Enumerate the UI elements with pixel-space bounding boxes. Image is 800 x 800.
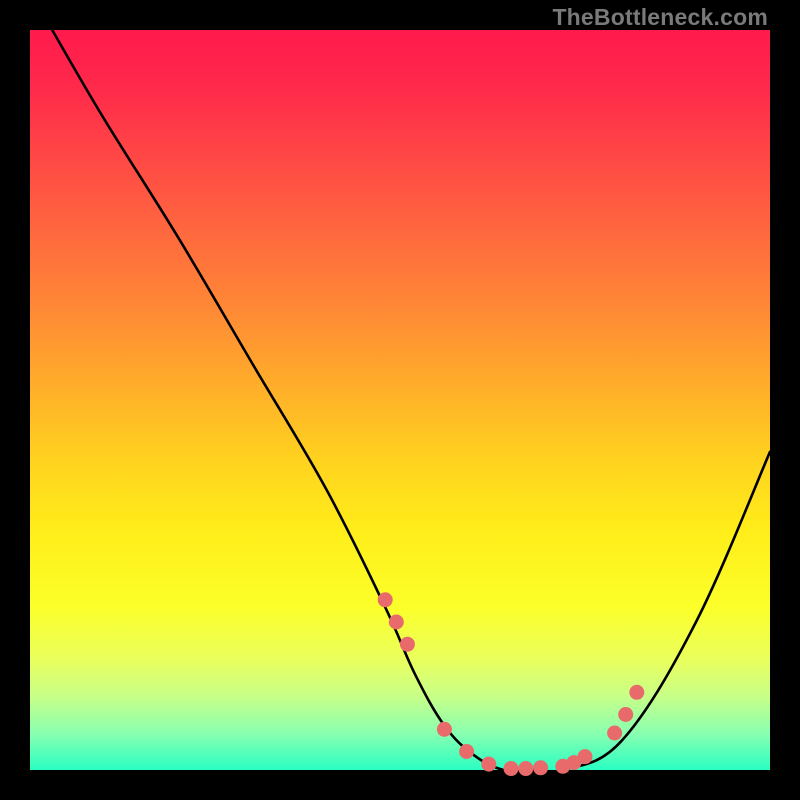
curve-svg [30, 30, 770, 770]
data-point [481, 757, 496, 772]
data-point [618, 707, 633, 722]
data-point [389, 615, 404, 630]
data-point [400, 637, 415, 652]
bottleneck-curve [52, 30, 770, 772]
data-point [437, 722, 452, 737]
marker-group [378, 592, 645, 776]
chart-frame: TheBottleneck.com [0, 0, 800, 800]
data-point [378, 592, 393, 607]
watermark-text: TheBottleneck.com [552, 4, 768, 31]
data-point [533, 760, 548, 775]
data-point [578, 749, 593, 764]
plot-area [30, 30, 770, 770]
data-point [459, 744, 474, 759]
data-point [607, 726, 622, 741]
data-point [518, 761, 533, 776]
data-point [504, 761, 519, 776]
data-point [629, 685, 644, 700]
